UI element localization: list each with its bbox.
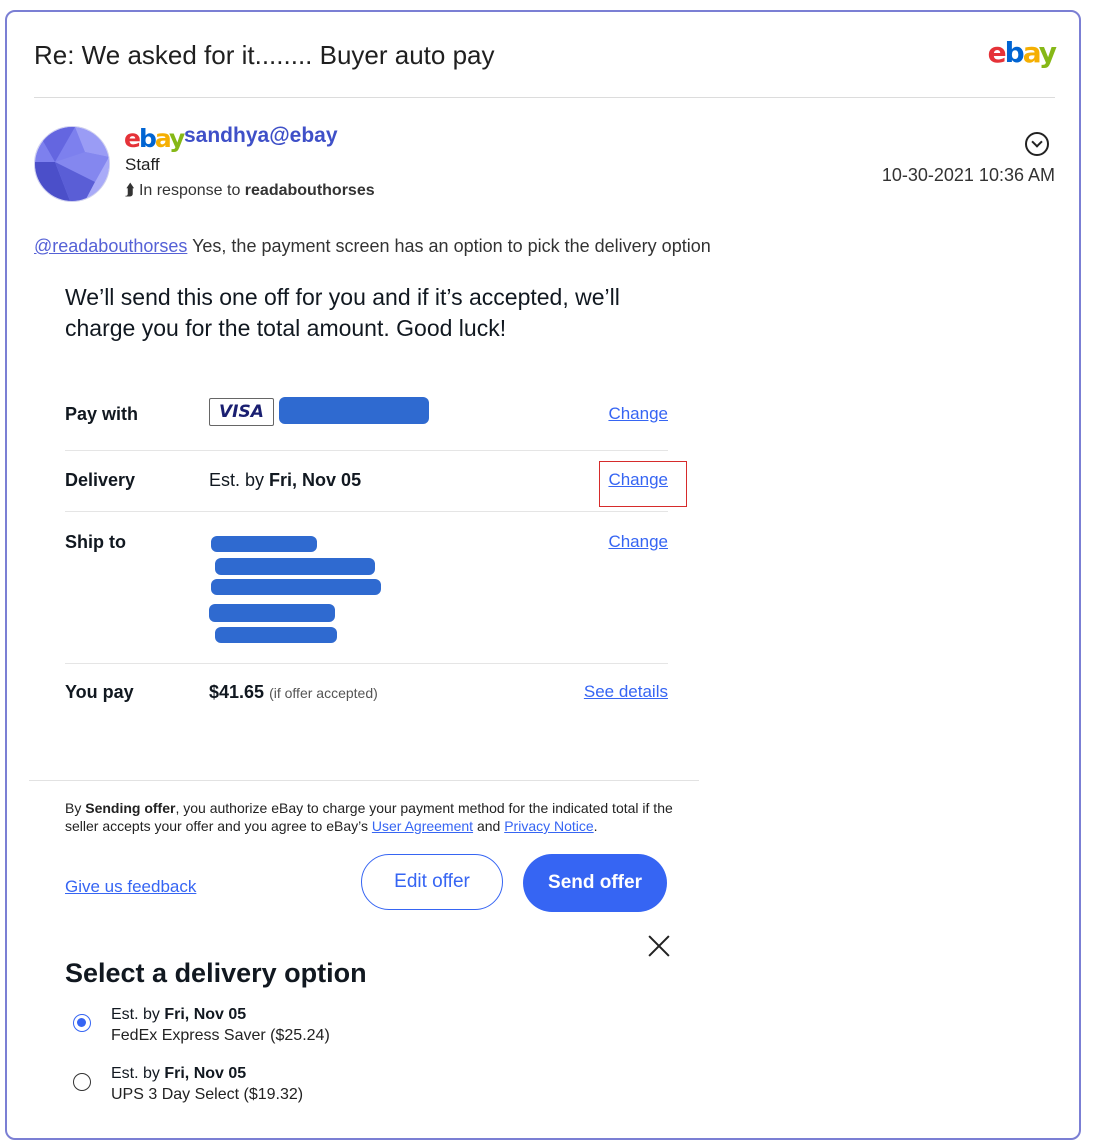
redacted-address-line [215, 558, 375, 575]
reply-arrow-icon: ⮭ [125, 182, 135, 199]
redacted-address-line [215, 627, 337, 643]
radio-selected[interactable] [73, 1014, 91, 1032]
redacted-address-line [211, 536, 317, 552]
edit-offer-button[interactable]: Edit offer [361, 854, 503, 910]
delivery-sheet-heading: Select a delivery option [65, 958, 367, 988]
row-divider [65, 511, 668, 512]
redacted-card-number [279, 397, 429, 424]
post-message: @readabouthorses Yes, the payment screen… [34, 236, 711, 256]
pay-with-row: Pay with VISA Change [65, 394, 668, 434]
row-divider [65, 450, 668, 451]
you-pay-amount: $41.65 [209, 682, 265, 702]
in-response-user-link[interactable]: readabouthorses [245, 182, 375, 199]
mention-link[interactable]: @readabouthorses [34, 236, 187, 256]
ebay-logo[interactable]: ebay [988, 36, 1057, 69]
redacted-address-line [211, 579, 381, 595]
ebay-staff-logo: ebay [124, 124, 185, 153]
row-divider [65, 663, 668, 664]
you-pay-row: You pay $41.65 (if offer accepted) See d… [65, 682, 668, 702]
in-response-to: ⮭ In response to readabouthorses [125, 182, 375, 199]
offer-screenshot: We’ll send this one off for you and if i… [29, 262, 699, 922]
see-details-link[interactable]: See details [584, 682, 668, 702]
delivery-row: Delivery Est. by Fri, Nov 05 Change [65, 470, 668, 490]
change-payment-link[interactable]: Change [608, 404, 668, 424]
close-icon[interactable] [648, 935, 670, 957]
send-offer-button[interactable]: Send offer [523, 854, 667, 912]
title-divider [34, 97, 1055, 98]
post-title: Re: We asked for it........ Buyer auto p… [34, 40, 495, 70]
offer-headline: We’ll send this one off for you and if i… [65, 284, 620, 341]
privacy-notice-link[interactable]: Privacy Notice [504, 818, 593, 834]
user-agreement-link[interactable]: User Agreement [372, 818, 473, 834]
redacted-address-line [209, 604, 335, 622]
section-divider [29, 780, 699, 781]
post-card: Re: We asked for it........ Buyer auto p… [5, 10, 1081, 1140]
author-role: Staff [125, 155, 160, 174]
author-username[interactable]: sandhya@ebay [184, 124, 338, 148]
change-address-link[interactable]: Change [608, 532, 668, 552]
highlight-box [599, 461, 687, 507]
radio-unselected[interactable] [73, 1073, 91, 1091]
ship-to-row: Ship to Change [65, 532, 668, 652]
offer-disclaimer: By Sending offer, you authorize eBay to … [65, 800, 673, 834]
give-feedback-link[interactable]: Give us feedback [65, 877, 196, 897]
post-options-chevron-icon[interactable] [1025, 132, 1049, 156]
avatar[interactable] [34, 126, 110, 202]
post-timestamp: 10-30-2021 10:36 AM [881, 165, 1055, 185]
visa-card-icon: VISA [209, 398, 274, 426]
